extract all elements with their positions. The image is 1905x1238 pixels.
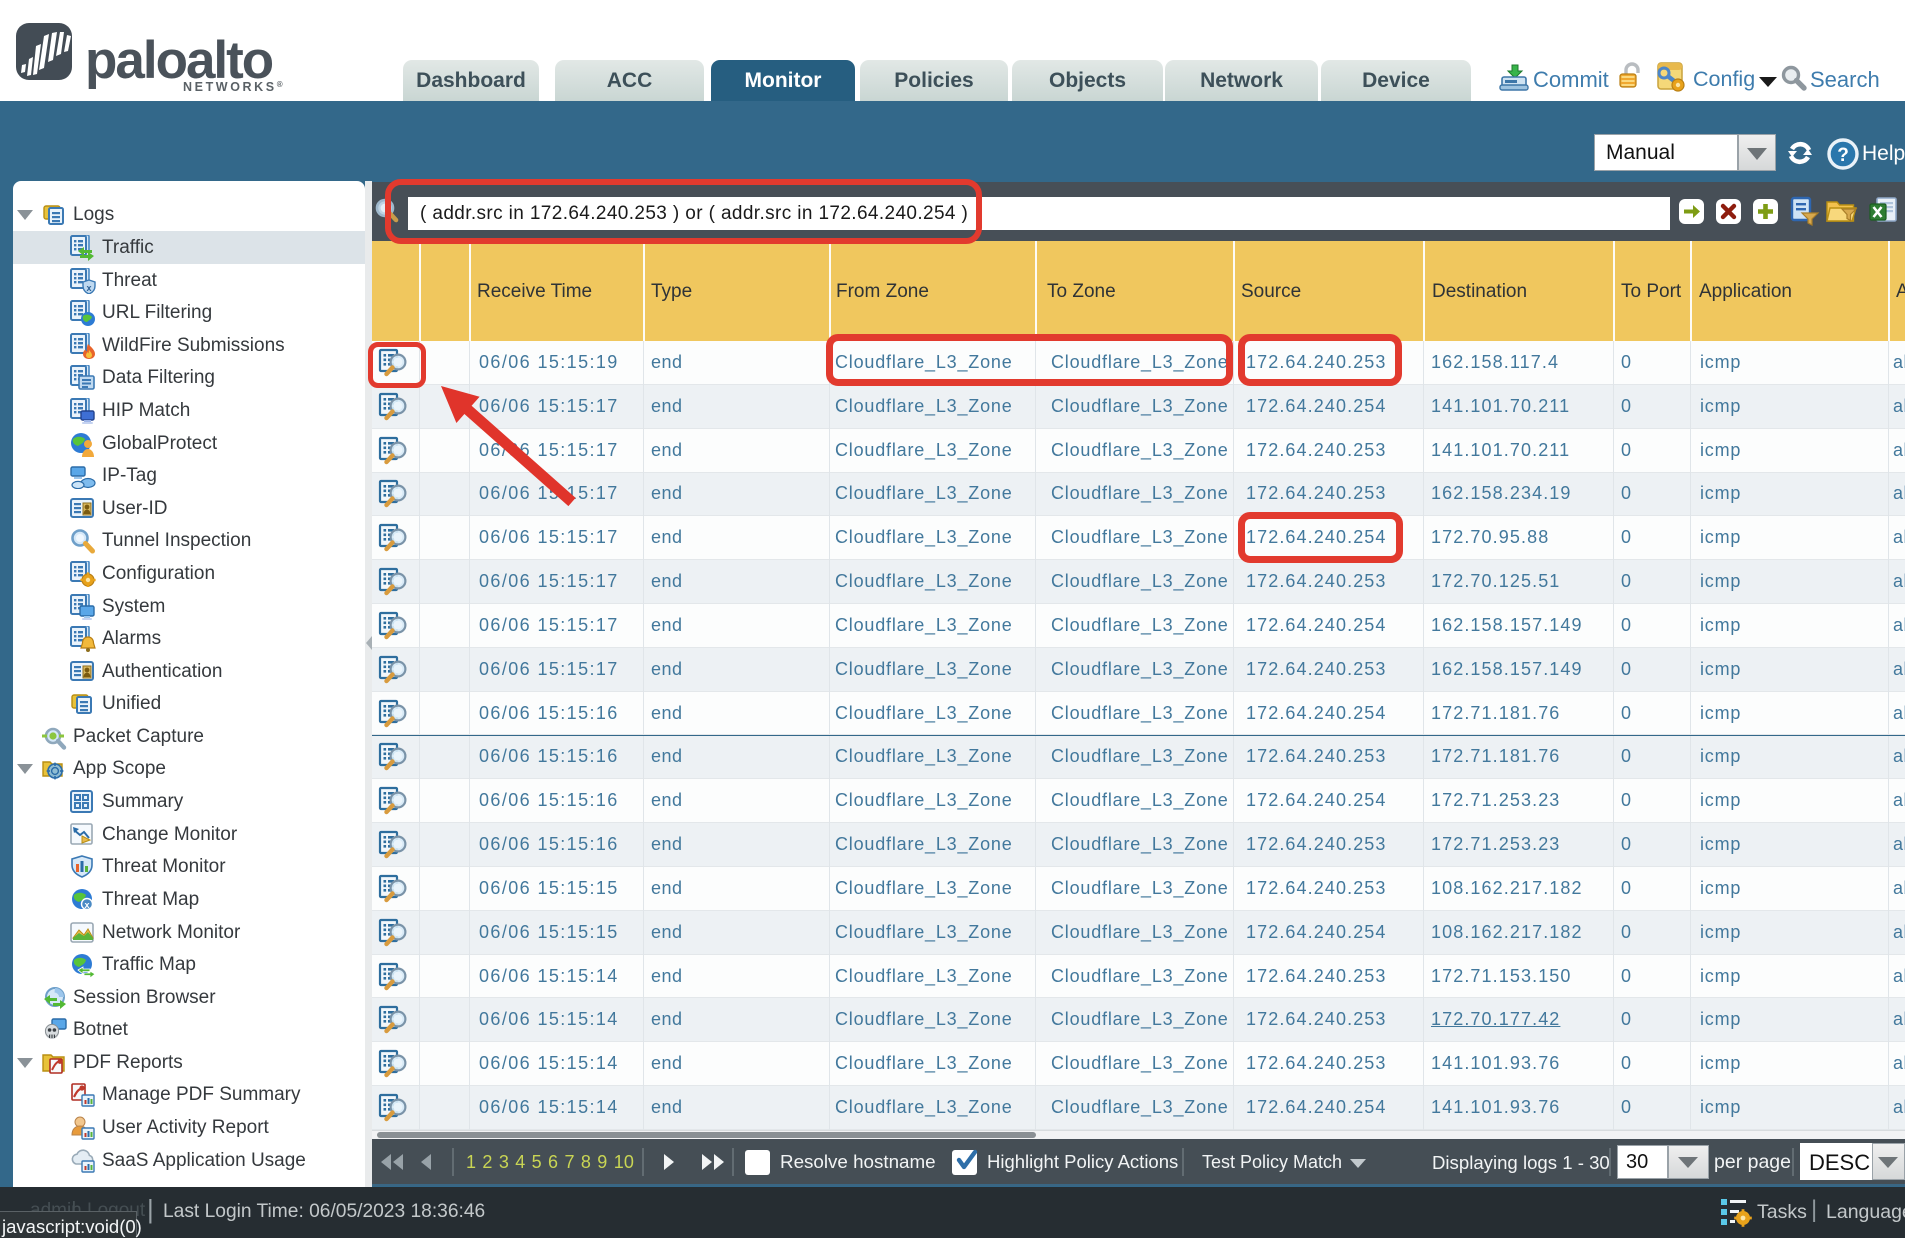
svg-text:?: ? xyxy=(1837,145,1849,166)
svg-text:x: x xyxy=(86,283,91,293)
svg-text:x: x xyxy=(84,900,89,910)
